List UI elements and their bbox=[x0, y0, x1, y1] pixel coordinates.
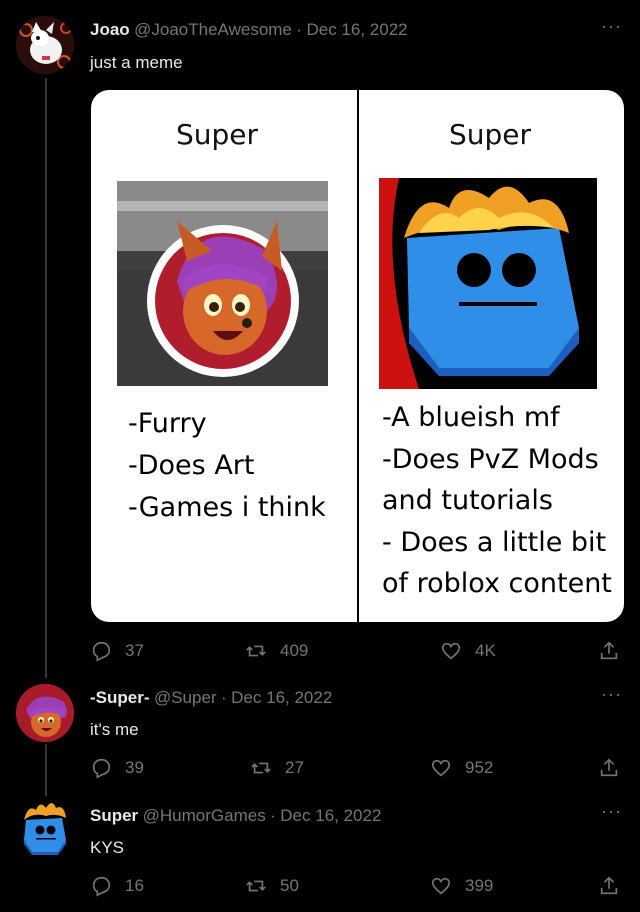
meme-right-line: and tutorials bbox=[382, 485, 553, 516]
meme-divider bbox=[357, 90, 359, 622]
reply-icon bbox=[92, 758, 111, 779]
reply-button[interactable]: 39 bbox=[90, 757, 144, 779]
share-button[interactable] bbox=[598, 875, 633, 897]
share-button[interactable] bbox=[598, 757, 633, 779]
timestamp[interactable]: Dec 16, 2022 bbox=[231, 688, 332, 707]
meme-left-line: -Does Art bbox=[128, 450, 255, 481]
share-icon bbox=[600, 876, 618, 895]
retweet-icon bbox=[246, 880, 266, 892]
handle[interactable]: @Super bbox=[154, 688, 217, 707]
thread-line bbox=[45, 78, 47, 678]
meme-right-line: -Does PvZ Mods bbox=[382, 444, 599, 475]
retweet-count: 50 bbox=[280, 876, 299, 895]
tweet-text: KYS bbox=[90, 838, 125, 857]
meme-left-title: Super bbox=[176, 118, 259, 151]
reply-icon bbox=[92, 876, 111, 897]
furry-avatar-picture bbox=[117, 181, 328, 386]
retweet-icon bbox=[251, 762, 271, 774]
timestamp[interactable]: Dec 16, 2022 bbox=[280, 806, 381, 825]
meme-right-title: Super bbox=[449, 118, 532, 151]
reply-count: 39 bbox=[125, 758, 144, 777]
meme-left-line: -Games i think bbox=[128, 492, 326, 523]
display-name[interactable]: Joao bbox=[90, 20, 130, 39]
more-options-button[interactable]: ··· bbox=[601, 684, 622, 705]
reply-count: 16 bbox=[125, 876, 144, 895]
blue-cube-picture bbox=[379, 178, 597, 389]
avatar[interactable] bbox=[16, 684, 74, 742]
heart-icon bbox=[431, 759, 451, 777]
tweet-actions: 16 50 399 bbox=[90, 875, 625, 899]
reply-count: 37 bbox=[125, 641, 144, 660]
thread-line bbox=[45, 744, 47, 796]
tweet-header: -Super- @Super · Dec 16, 2022 bbox=[90, 688, 332, 708]
like-count: 4K bbox=[475, 641, 496, 660]
tweet-actions: 39 27 952 bbox=[90, 757, 625, 781]
like-count: 399 bbox=[465, 876, 494, 895]
like-button[interactable]: 952 bbox=[430, 757, 493, 779]
meme-left-line: -Furry bbox=[128, 408, 207, 439]
share-icon bbox=[600, 758, 618, 777]
separator: · bbox=[270, 806, 276, 825]
separator: · bbox=[296, 20, 303, 39]
meme-right-line: -A blueish mf bbox=[382, 402, 560, 433]
heart-icon bbox=[441, 642, 461, 660]
retweet-button[interactable]: 50 bbox=[245, 875, 299, 897]
tweet-header: Super @HumorGames · Dec 16, 2022 bbox=[90, 806, 381, 826]
handle[interactable]: @HumorGames bbox=[143, 806, 266, 825]
more-options-button[interactable]: ··· bbox=[601, 801, 622, 822]
share-button[interactable] bbox=[598, 640, 633, 662]
retweet-button[interactable]: 409 bbox=[245, 640, 308, 662]
separator: · bbox=[221, 688, 227, 707]
display-name[interactable]: -Super- bbox=[90, 688, 150, 707]
avatar[interactable] bbox=[16, 800, 74, 858]
tweet-header: Joao @JoaoTheAwesome · Dec 16, 2022 bbox=[90, 20, 408, 40]
like-button[interactable]: 399 bbox=[430, 875, 493, 897]
avatar[interactable] bbox=[16, 16, 74, 74]
like-count: 952 bbox=[465, 758, 494, 777]
heart-icon bbox=[431, 877, 451, 895]
meme-image[interactable]: Super Super -Furry -Does Art -Games i th… bbox=[91, 90, 624, 622]
retweet-icon bbox=[246, 645, 266, 657]
share-icon bbox=[600, 641, 618, 660]
reply-button[interactable]: 37 bbox=[90, 640, 144, 662]
tweet-text: just a meme bbox=[90, 53, 183, 72]
handle[interactable]: @JoaoTheAwesome bbox=[134, 20, 292, 39]
meme-right-line: of roblox content bbox=[382, 568, 612, 599]
meme-right-line: - Does a little bit bbox=[382, 527, 607, 558]
timestamp[interactable]: Dec 16, 2022 bbox=[306, 20, 407, 39]
reply-icon bbox=[92, 641, 111, 662]
retweet-count: 409 bbox=[280, 641, 309, 660]
retweet-count: 27 bbox=[285, 758, 304, 777]
tweet-actions: 37 409 4K bbox=[90, 640, 625, 664]
display-name[interactable]: Super bbox=[90, 806, 138, 825]
like-button[interactable]: 4K bbox=[440, 640, 496, 662]
retweet-button[interactable]: 27 bbox=[250, 757, 304, 779]
reply-button[interactable]: 16 bbox=[90, 875, 144, 897]
more-options-button[interactable]: ··· bbox=[601, 16, 622, 37]
tweet-text: it's me bbox=[90, 720, 139, 739]
